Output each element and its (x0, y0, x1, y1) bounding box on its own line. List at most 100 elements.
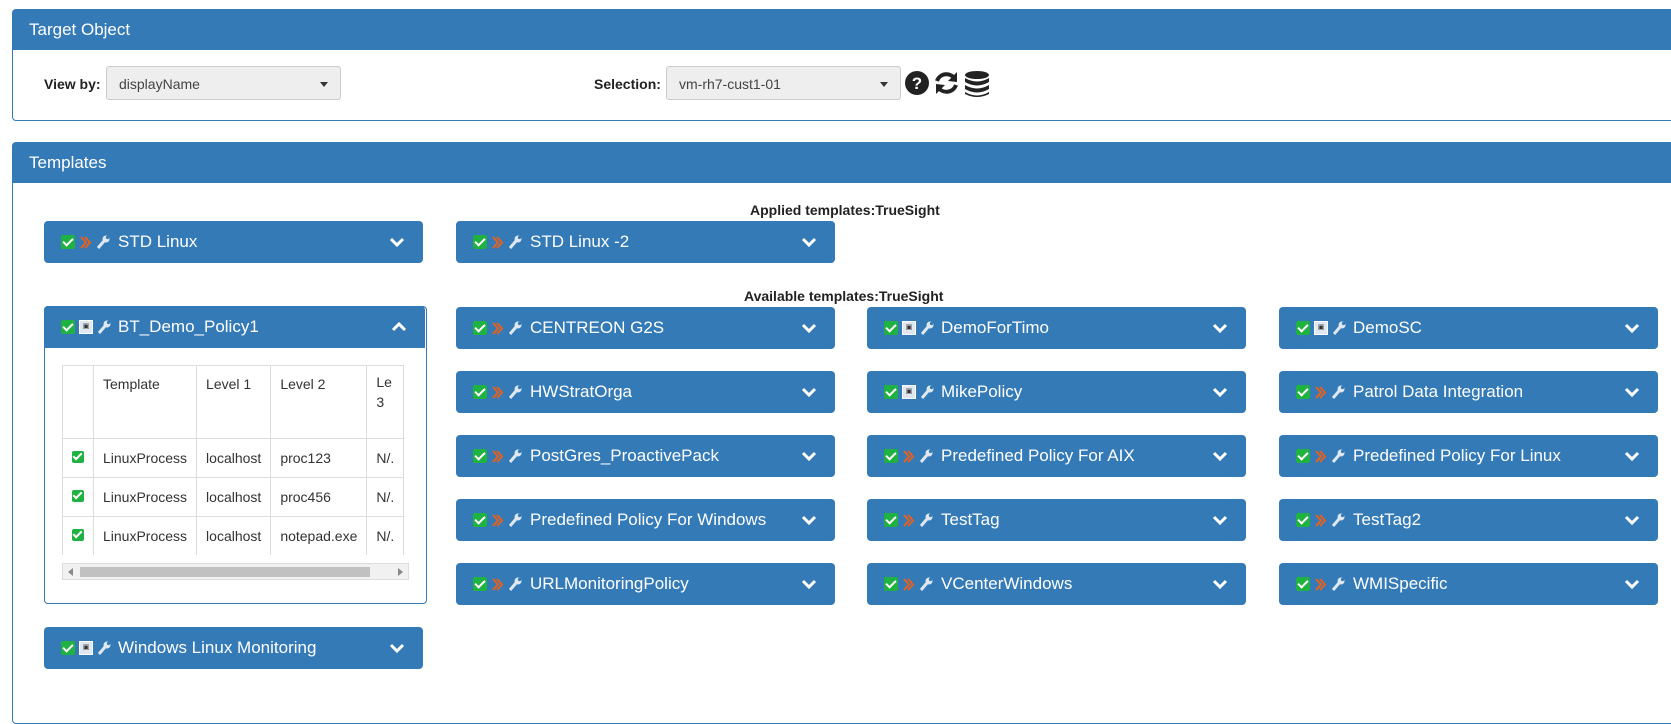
check-icon (884, 449, 898, 463)
check-icon (473, 235, 487, 249)
check-icon (1296, 577, 1310, 591)
template-tile[interactable]: Predefined Policy For AIX (867, 435, 1246, 477)
wrench-icon (1331, 513, 1345, 527)
chevron-down-icon[interactable] (1212, 578, 1228, 590)
table-header: Le 3 (366, 365, 405, 439)
template-name: Predefined Policy For Linux (1353, 446, 1561, 465)
template-name: TestTag (941, 510, 1000, 529)
view-by-select[interactable]: displayName (106, 66, 341, 100)
wrench-icon (919, 577, 933, 591)
table-row[interactable]: LinuxProcess localhost proc456 N/. (62, 477, 405, 517)
wrench-icon (508, 577, 522, 591)
selection-select[interactable]: vm-rh7-cust1-01 (666, 66, 901, 100)
template-name: CENTREON G2S (530, 318, 665, 337)
template-box-icon: ▣ (902, 385, 916, 399)
chevron-down-icon[interactable] (1624, 386, 1640, 398)
template-name: Predefined Policy For AIX (941, 446, 1135, 465)
template-header-bt-demo-policy1[interactable]: ▣ BT_Demo_Policy1 (44, 306, 425, 348)
chevron-down-icon[interactable] (389, 642, 405, 654)
template-tile[interactable]: Patrol Data Integration (1279, 371, 1658, 413)
wrench-icon (920, 321, 934, 335)
table-header: Level 1 (196, 365, 272, 439)
chevron-down-icon[interactable] (801, 578, 817, 590)
view-by-label: View by: (44, 76, 101, 92)
wrench-icon (96, 235, 110, 249)
scrollbar-thumb[interactable] (80, 567, 370, 577)
template-box-icon: ▣ (1314, 321, 1328, 335)
chevron-up-icon[interactable] (391, 321, 407, 333)
retired-arrows-icon (492, 321, 504, 335)
chevron-down-icon[interactable] (801, 386, 817, 398)
scroll-right-icon[interactable] (398, 568, 403, 576)
chevron-down-icon[interactable] (389, 236, 405, 248)
applied-templates-title: Applied templates:TrueSight (750, 202, 940, 218)
svg-text:?: ? (912, 74, 922, 93)
template-name: Windows Linux Monitoring (118, 638, 317, 657)
table-row[interactable]: LinuxProcess localhost proc123 N/. (62, 438, 405, 478)
table-cell: localhost (196, 438, 272, 478)
template-tile[interactable]: HWStratOrga (456, 371, 835, 413)
template-tile[interactable]: WMISpecific (1279, 563, 1658, 605)
retired-arrows-icon (492, 235, 504, 249)
horizontal-scrollbar[interactable] (62, 563, 409, 580)
chevron-down-icon[interactable] (1212, 450, 1228, 462)
template-tile[interactable]: ▣ DemoSC (1279, 307, 1658, 349)
chevron-down-icon[interactable] (801, 514, 817, 526)
database-icon[interactable] (963, 70, 991, 98)
chevron-down-icon[interactable] (1212, 514, 1228, 526)
target-object-panel: Target Object (12, 9, 1671, 121)
template-tile[interactable]: TestTag2 (1279, 499, 1658, 541)
templates-title: Templates (13, 143, 1671, 183)
retired-arrows-icon (492, 513, 504, 527)
question-circle-icon[interactable]: ? (904, 70, 930, 96)
wrench-icon (1332, 321, 1346, 335)
retired-arrows-icon (492, 577, 504, 591)
wrench-icon (97, 320, 111, 334)
refresh-icon[interactable] (933, 70, 960, 96)
template-tile[interactable]: Predefined Policy For Windows (456, 499, 835, 541)
retired-arrows-icon (903, 577, 915, 591)
wrench-icon (508, 513, 522, 527)
selection-label: Selection: (594, 76, 661, 92)
wrench-icon (1331, 449, 1345, 463)
check-icon (1296, 385, 1310, 399)
scroll-left-icon[interactable] (68, 568, 73, 576)
check-icon (61, 641, 75, 655)
template-detail-table: Template Level 1 Level 2 Le 3 LinuxProce… (62, 365, 409, 555)
template-tile[interactable]: STD Linux -2 (456, 221, 835, 263)
chevron-down-icon[interactable] (1624, 578, 1640, 590)
template-tile[interactable]: PostGres_ProactivePack (456, 435, 835, 477)
row-checkbox[interactable] (72, 529, 84, 541)
chevron-down-icon[interactable] (801, 450, 817, 462)
template-tile[interactable]: TestTag (867, 499, 1246, 541)
template-tile[interactable]: CENTREON G2S (456, 307, 835, 349)
template-tile[interactable]: ▣ MikePolicy (867, 371, 1246, 413)
row-checkbox[interactable] (72, 490, 84, 502)
chevron-down-icon[interactable] (1624, 450, 1640, 462)
check-icon (473, 449, 487, 463)
wrench-icon (1331, 577, 1345, 591)
chevron-down-icon[interactable] (1624, 514, 1640, 526)
chevron-down-icon (880, 82, 888, 87)
chevron-down-icon[interactable] (801, 236, 817, 248)
template-tile[interactable]: VCenterWindows (867, 563, 1246, 605)
available-templates-title: Available templates:TrueSight (744, 288, 944, 304)
chevron-down-icon[interactable] (1212, 386, 1228, 398)
check-icon (884, 321, 898, 335)
wrench-icon (919, 449, 933, 463)
chevron-down-icon[interactable] (1624, 322, 1640, 334)
chevron-down-icon[interactable] (801, 322, 817, 334)
check-icon (1296, 449, 1310, 463)
template-tile[interactable]: URLMonitoringPolicy (456, 563, 835, 605)
check-icon (61, 235, 75, 249)
template-name: URLMonitoringPolicy (530, 574, 689, 593)
table-row[interactable]: LinuxProcess localhost notepad.exe N/. (62, 516, 405, 555)
row-checkbox[interactable] (72, 451, 84, 463)
template-tile[interactable]: Predefined Policy For Linux (1279, 435, 1658, 477)
template-tile[interactable]: ▣ Windows Linux Monitoring (44, 627, 423, 669)
template-tile[interactable]: ▣ DemoForTimo (867, 307, 1246, 349)
wrench-icon (97, 641, 111, 655)
template-name: DemoForTimo (941, 318, 1049, 337)
template-tile[interactable]: STD Linux (44, 221, 423, 263)
chevron-down-icon[interactable] (1212, 322, 1228, 334)
